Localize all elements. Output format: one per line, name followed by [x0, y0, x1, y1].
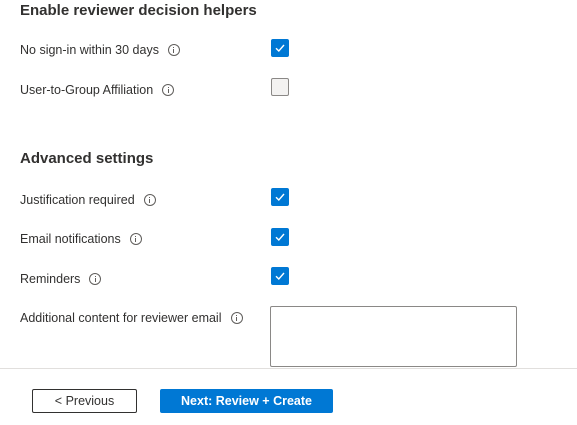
info-icon[interactable]: [167, 44, 180, 56]
reminders-row-label: Reminders: [20, 272, 102, 286]
access-review-settings-page: Enable reviewer decision helpers No sign…: [0, 0, 577, 425]
checkmark-icon: [275, 44, 285, 53]
reviewer-helpers-heading: Enable reviewer decision helpers: [20, 2, 257, 19]
justification-row-label: Justification required: [20, 193, 156, 207]
info-icon[interactable]: [143, 194, 156, 206]
email-notifications-row-label: Email notifications: [20, 232, 142, 246]
next-review-create-button[interactable]: Next: Review + Create: [160, 389, 333, 413]
info-icon[interactable]: [129, 233, 142, 245]
group-affiliation-checkbox[interactable]: [271, 78, 289, 96]
additional-content-row-label: Additional content for reviewer email: [20, 311, 243, 325]
footer-divider: [0, 368, 577, 369]
info-icon[interactable]: [162, 84, 175, 96]
justification-checkbox[interactable]: [271, 188, 289, 206]
info-icon[interactable]: [89, 273, 102, 285]
no-signin-label: No sign-in within 30 days: [20, 43, 159, 57]
reminders-checkbox[interactable]: [271, 267, 289, 285]
advanced-settings-heading: Advanced settings: [20, 150, 154, 167]
group-affiliation-row-label: User-to-Group Affiliation: [20, 83, 175, 97]
additional-content-label: Additional content for reviewer email: [20, 311, 222, 325]
checkmark-icon: [275, 233, 285, 242]
checkmark-icon: [275, 272, 285, 281]
reminders-label: Reminders: [20, 272, 81, 286]
additional-content-textarea[interactable]: [270, 306, 517, 367]
info-icon[interactable]: [230, 312, 243, 324]
no-signin-checkbox[interactable]: [271, 39, 289, 57]
email-notifications-checkbox[interactable]: [271, 228, 289, 246]
group-affiliation-label: User-to-Group Affiliation: [20, 83, 154, 97]
no-signin-row-label: No sign-in within 30 days: [20, 43, 180, 57]
checkmark-icon: [275, 193, 285, 202]
previous-button[interactable]: < Previous: [32, 389, 137, 413]
justification-label: Justification required: [20, 193, 135, 207]
email-notifications-label: Email notifications: [20, 232, 121, 246]
